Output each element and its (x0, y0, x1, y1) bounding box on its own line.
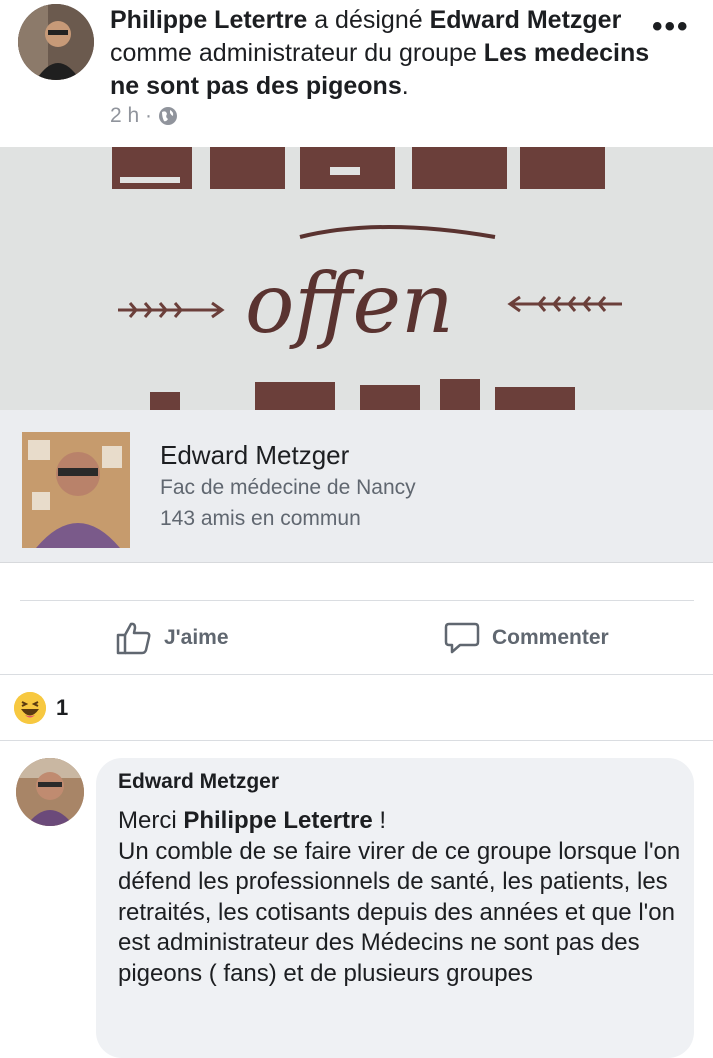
comment-mention[interactable]: Philippe Letertre (183, 807, 372, 834)
comment-text: Merci Philippe Letertre ! Un comble de se… (118, 806, 688, 989)
divider (0, 740, 713, 741)
divider (0, 674, 713, 675)
cover-word: offen (245, 257, 454, 352)
cover-photo[interactable]: offen (0, 147, 713, 412)
like-label: J'aime (164, 626, 229, 649)
comment-author-name[interactable]: Edward Metzger (118, 770, 279, 794)
post-meta: 2 h · (110, 104, 178, 128)
comment-icon (444, 622, 480, 654)
profile-card-school: Fac de médecine de Nancy (160, 476, 416, 499)
post-time[interactable]: 2 h · (110, 104, 152, 128)
like-button[interactable]: J'aime (116, 612, 229, 664)
profile-card-photo[interactable] (22, 432, 130, 548)
profile-card-name[interactable]: Edward Metzger (160, 440, 349, 471)
profile-card-mutual-friends[interactable]: 143 amis en commun (160, 507, 361, 531)
author-avatar[interactable] (18, 4, 94, 80)
target-name[interactable]: Edward Metzger (430, 6, 622, 34)
comment-after-mention: ! (372, 807, 387, 834)
more-options-icon[interactable]: ••• (652, 10, 690, 44)
story-middle: comme administrateur du groupe (110, 39, 484, 67)
comment-button[interactable]: Commenter (444, 612, 609, 664)
story-end: . (401, 72, 409, 100)
comment-author-avatar[interactable] (16, 758, 84, 826)
divider (20, 600, 694, 601)
thumbs-up-icon (116, 622, 151, 655)
profile-card[interactable]: Edward Metzger Fac de médecine de Nancy … (0, 410, 713, 563)
globe-icon (159, 107, 178, 125)
haha-reaction-icon (14, 692, 46, 724)
comment-prefix: Merci (118, 807, 184, 834)
reaction-count: 1 (56, 695, 69, 720)
reactions-summary[interactable]: 1 (14, 692, 68, 724)
comment-label: Commenter (492, 626, 609, 649)
post-header: Philippe Letertre a désigné Edward Metzg… (0, 0, 713, 140)
comment-body: Un comble de se faire virer de ce groupe… (118, 837, 681, 987)
post-story-text: Philippe Letertre a désigné Edward Metzg… (110, 4, 650, 103)
story-verb: a désigné (307, 6, 430, 34)
actor-name[interactable]: Philippe Letertre (110, 6, 307, 34)
